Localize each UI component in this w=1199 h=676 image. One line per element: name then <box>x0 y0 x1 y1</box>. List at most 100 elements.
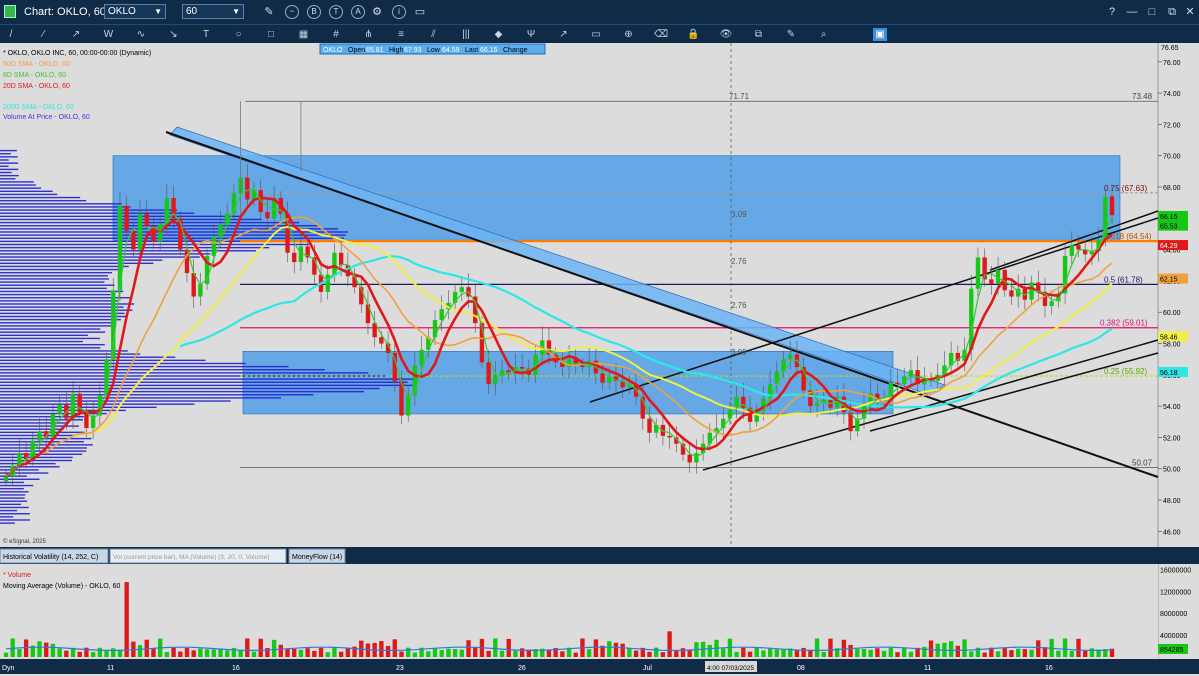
volume-bar <box>721 648 726 657</box>
tool-magnet-icon[interactable]: ⊕ <box>622 28 636 41</box>
volume-bar <box>620 643 625 657</box>
volume-bar <box>412 652 418 657</box>
tab-label[interactable]: Historical Volatility (14, 252, C) <box>3 554 98 561</box>
vap-bar <box>0 437 92 440</box>
vap-bar <box>0 506 29 509</box>
volume-bar <box>734 651 739 657</box>
tool-brush-icon[interactable]: ✎ <box>784 28 798 41</box>
candle-body <box>1049 301 1054 306</box>
vap-bar <box>0 387 380 390</box>
tool-pencil-icon[interactable]: / <box>4 28 18 41</box>
settings-icon[interactable]: ⚙ <box>370 5 384 19</box>
tool-zoom-icon[interactable]: ⌕ <box>817 28 831 41</box>
close-icon[interactable]: ✕ <box>1183 5 1197 19</box>
vap-bar <box>0 278 109 280</box>
candle-body <box>3 476 9 482</box>
volume-bar <box>982 652 987 657</box>
quote-high-label: High <box>389 47 404 54</box>
tool-circle-icon[interactable]: ○ <box>232 28 246 41</box>
tool-fib-icon[interactable]: ≡ <box>394 28 408 41</box>
volume-bar <box>955 645 961 657</box>
window-icon[interactable]: ▭ <box>413 5 427 19</box>
vap-bar <box>0 375 388 377</box>
tool-trend-icon[interactable]: ↗ <box>557 28 571 41</box>
minimize-icon[interactable]: — <box>1125 5 1139 19</box>
volume-bar <box>426 651 431 657</box>
hline-label: 50.07 <box>1132 459 1153 468</box>
tab-volume[interactable]: Vol (current price bar), MA (Volume) (3,… <box>109 548 287 564</box>
candle-body <box>687 454 692 463</box>
restore-icon[interactable]: ⧉ <box>1165 5 1179 19</box>
legend-item-20d: 20D SMA - OKLO, 60 <box>3 83 70 90</box>
volume-bar <box>928 640 934 657</box>
tool-eye-icon[interactable]: 👁 <box>719 28 733 41</box>
tool-box-icon[interactable]: ▭ <box>589 28 603 41</box>
candle-body <box>788 354 793 360</box>
button-b[interactable]: B <box>307 5 321 19</box>
volume-bar <box>1089 648 1095 657</box>
quote-low-label: Low <box>427 47 441 54</box>
tab-label[interactable]: MoneyFlow (14) <box>292 554 342 561</box>
tool-zigzag-icon[interactable]: W <box>102 28 116 41</box>
y-tick-label: 74.00 <box>1163 91 1181 98</box>
button-t[interactable]: T <box>329 5 343 19</box>
tool-hash-icon[interactable]: # <box>329 28 343 41</box>
tab-label[interactable]: Vol (current price bar), MA (Volume) (3,… <box>113 554 269 561</box>
vap-bar <box>0 362 246 365</box>
volume-bar <box>868 649 873 657</box>
tool-lock-icon[interactable]: 🔒 <box>687 28 701 41</box>
tool-line-icon[interactable]: ⁄ <box>37 28 51 41</box>
volume-bar <box>1036 640 1041 657</box>
tool-grid-icon[interactable]: ▦ <box>297 28 311 41</box>
tool-active-tool-icon[interactable]: ▣ <box>873 28 887 41</box>
vap-bar <box>0 259 163 261</box>
candle-body <box>486 362 491 385</box>
tab-moneyflow[interactable]: MoneyFlow (14) <box>288 548 346 564</box>
volume-axis-label: 4000000 <box>1160 633 1187 640</box>
symbol-input[interactable]: OKLO ▼ <box>104 4 166 19</box>
tool-tag-icon[interactable]: ◆ <box>492 28 506 41</box>
volume-bar <box>660 652 666 657</box>
volume-bar <box>922 646 927 657</box>
measure-label: 2.76 <box>731 301 747 310</box>
volume-bar <box>908 651 914 657</box>
button-a[interactable]: A <box>351 5 365 19</box>
tool-pitchfork-icon[interactable]: Ψ <box>524 28 538 41</box>
tool-eraser-icon[interactable]: ⌫ <box>654 28 668 41</box>
tool-layers-icon[interactable]: ⧉ <box>752 28 766 41</box>
vap-bar <box>0 513 30 515</box>
chart-type-icon[interactable]: ~ <box>285 5 299 19</box>
vap-bar <box>0 522 15 524</box>
tool-wave-icon[interactable]: ∿ <box>134 28 148 41</box>
vap-bar <box>0 162 19 164</box>
volume-bar <box>151 648 156 657</box>
maximize-icon[interactable]: □ <box>1145 5 1159 19</box>
help-icon[interactable]: ? <box>1105 5 1119 19</box>
candle-body <box>667 435 672 438</box>
edit-icon[interactable]: ✎ <box>262 5 276 19</box>
chart-svg[interactable]: 73.4850.070.75 (67.63)0.618 (64.54)0.5 (… <box>0 43 1199 674</box>
tool-ray-icon[interactable]: ↗ <box>69 28 83 41</box>
volume-bar <box>593 639 599 657</box>
tool-fork-icon[interactable]: ⋔ <box>362 28 376 41</box>
volume-bar <box>573 652 578 657</box>
candle-body <box>84 412 89 429</box>
quote-open: 65.81 <box>366 47 384 54</box>
legend-item-100d: 100D SMA - OKLO, 60 <box>3 94 74 101</box>
volume-bar <box>741 647 746 657</box>
tool-arrow-icon[interactable]: ↘ <box>167 28 181 41</box>
info-icon[interactable]: i <box>392 5 406 19</box>
tool-text-icon[interactable]: T <box>199 28 213 41</box>
app-icon <box>4 5 16 18</box>
tool-channel-icon[interactable]: ⫽ <box>427 28 441 41</box>
tab-historical-volatility[interactable]: Historical Volatility (14, 252, C) <box>0 548 109 564</box>
x-tick-label: 26 <box>518 665 526 672</box>
chevron-down-icon[interactable]: ▼ <box>232 5 240 18</box>
candle-body <box>895 382 900 385</box>
measure-label: 3.09 <box>731 210 747 219</box>
tool-rect-icon[interactable]: □ <box>264 28 278 41</box>
chevron-down-icon[interactable]: ▼ <box>154 5 162 18</box>
tool-bars-icon[interactable]: ||| <box>459 28 473 41</box>
quote-low: 64.59 <box>442 47 460 54</box>
interval-select[interactable]: 60 ▼ <box>182 4 244 19</box>
